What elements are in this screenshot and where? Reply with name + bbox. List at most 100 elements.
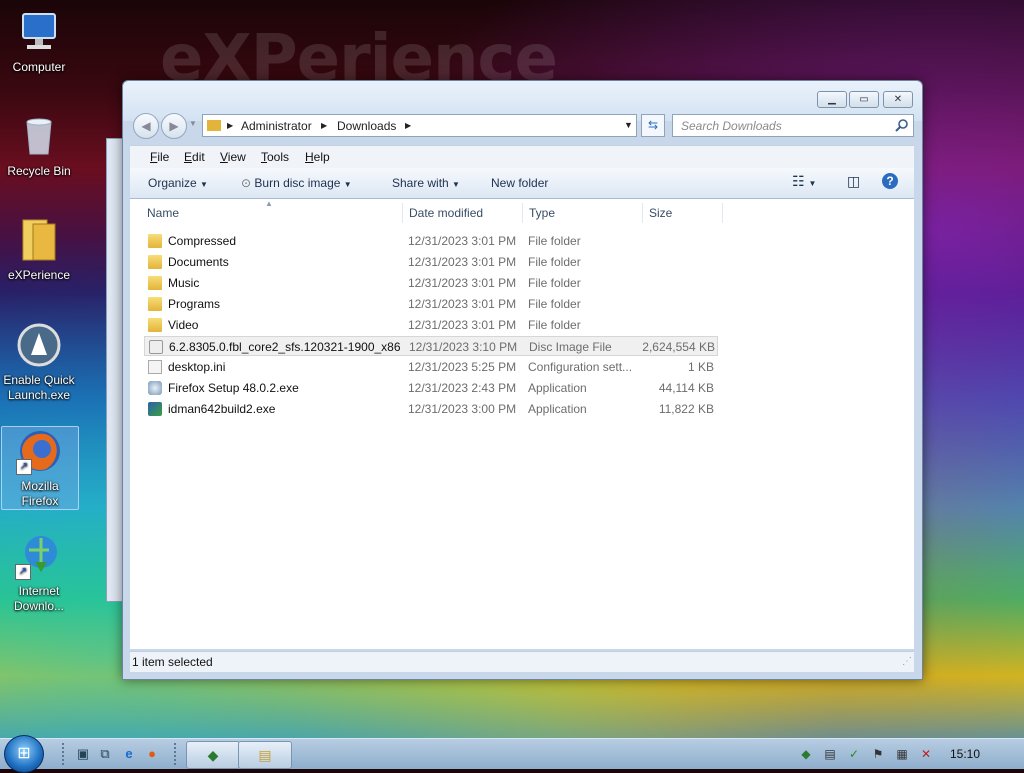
- status-text: 1 item selected: [132, 655, 213, 669]
- status-bar: 1 item selected ⋰: [130, 651, 914, 672]
- breadcrumb-administrator[interactable]: Administrator: [241, 119, 312, 133]
- menu-help[interactable]: Help: [305, 150, 330, 164]
- file-row-compressed[interactable]: Compressed 12/31/2023 3:01 PM File folde…: [144, 231, 718, 251]
- menu-bar: File Edit View Tools Help: [130, 145, 914, 168]
- column-header-date[interactable]: Date modified: [403, 203, 523, 223]
- switch-windows-icon[interactable]: ⧉: [96, 745, 114, 763]
- desktop-icon-label: Mozilla Firefox: [21, 479, 59, 508]
- folder-icon: [148, 255, 162, 269]
- desktop-icon-label: eXPerience: [7, 268, 71, 282]
- folder-icon: [148, 318, 162, 332]
- explorer-window: ▁ ▭ ✕ ◀ ▶ ▼ ▶ Administrator ▶ Downloads …: [122, 80, 923, 680]
- view-options-icon[interactable]: ☷ ▼: [792, 173, 816, 190]
- quick-launch-icon: [15, 321, 63, 369]
- file-row-video[interactable]: Video 12/31/2023 3:01 PM File folder: [144, 315, 718, 335]
- desktop-icon-firefox[interactable]: ↗ Mozilla Firefox: [1, 426, 79, 510]
- burn-disc-image-button[interactable]: ⊙ Burn disc image ▼: [241, 176, 352, 190]
- security-tray-icon[interactable]: ✓: [846, 746, 862, 762]
- volume-muted-icon[interactable]: ✕: [918, 746, 934, 762]
- recycle-bin-icon: [15, 112, 63, 160]
- file-row-desktop-ini[interactable]: desktop.ini 12/31/2023 5:25 PM Configura…: [144, 357, 718, 377]
- firefox-icon: ↗: [16, 427, 64, 475]
- resize-grip-icon[interactable]: ⋰: [902, 652, 912, 672]
- disc-image-icon: [149, 340, 163, 354]
- desktop-icon-label: Recycle Bin: [7, 164, 71, 178]
- forward-button[interactable]: ▶: [161, 113, 187, 139]
- menu-edit[interactable]: Edit: [184, 150, 205, 164]
- menu-file[interactable]: File: [150, 150, 169, 164]
- command-bar: Organize ▼ ⊙ Burn disc image ▼ Share wit…: [130, 168, 914, 199]
- breadcrumb-separator-icon: ▶: [405, 121, 412, 130]
- taskbar: ⊞ ▣ ⧉ e ● ◆ ▤ ◆ ▤ ✓ ⚑ ▦ ✕ 15:10: [0, 735, 1024, 773]
- file-list: ▲ Name Date modified Type Size Compresse…: [130, 199, 914, 649]
- firefox-quicklaunch-icon[interactable]: ●: [143, 745, 161, 763]
- organize-button[interactable]: Organize ▼: [148, 176, 208, 190]
- share-with-button[interactable]: Share with ▼: [392, 176, 460, 190]
- file-row-firefox-setup[interactable]: Firefox Setup 48.0.2.exe 12/31/2023 2:43…: [144, 378, 718, 398]
- breadcrumb-separator-icon: ▶: [321, 121, 328, 130]
- taskbar-grip[interactable]: [62, 743, 66, 765]
- action-center-flag-icon[interactable]: ⚑: [870, 746, 886, 762]
- chevron-down-icon: ▼: [343, 180, 352, 189]
- search-icon[interactable]: [895, 118, 909, 132]
- computer-icon: [15, 8, 63, 56]
- help-icon[interactable]: ?: [882, 173, 898, 189]
- desktop-icon-label: Internet Downlo...: [13, 584, 65, 613]
- installer-icon: [148, 381, 162, 395]
- clock[interactable]: 15:10: [950, 747, 980, 761]
- maximize-button[interactable]: ▭: [849, 91, 879, 108]
- idm-installer-icon: [148, 402, 162, 416]
- folder-icon: [148, 234, 162, 248]
- shortcut-arrow-icon: ↗: [16, 459, 32, 475]
- start-button[interactable]: ⊞: [4, 735, 44, 773]
- close-button[interactable]: ✕: [883, 91, 913, 108]
- folder-icon: [148, 297, 162, 311]
- column-header-type[interactable]: Type: [523, 203, 643, 223]
- desktop-icon-recycle-bin[interactable]: Recycle Bin: [1, 112, 77, 179]
- minimize-button[interactable]: ▁: [817, 91, 847, 108]
- refresh-icon[interactable]: ⇆: [641, 114, 665, 137]
- desktop-icon-computer[interactable]: Computer: [1, 8, 77, 75]
- taskbar-grip[interactable]: [174, 743, 178, 765]
- settings-file-icon: [148, 360, 162, 374]
- back-button[interactable]: ◀: [133, 113, 159, 139]
- file-row-programs[interactable]: Programs 12/31/2023 3:01 PM File folder: [144, 294, 718, 314]
- file-row-documents[interactable]: Documents 12/31/2023 3:01 PM File folder: [144, 252, 718, 272]
- address-bar[interactable]: ▶ Administrator ▶ Downloads ▶ ▼: [202, 114, 637, 137]
- desktop-icon-experience[interactable]: eXPerience: [1, 216, 77, 283]
- folder-icon: [15, 216, 63, 264]
- windows-logo-icon: ⊞: [17, 745, 31, 762]
- recent-pages-chevron-icon[interactable]: ▼: [189, 119, 197, 128]
- desktop-icon-label: Enable Quick Launch.exe: [3, 373, 75, 402]
- file-row-idman[interactable]: idman642build2.exe 12/31/2023 3:00 PM Ap…: [144, 399, 718, 419]
- desktop-icon-label: Computer: [12, 60, 66, 74]
- desktop-icon-internet-download-manager[interactable]: ↗ Internet Downlo...: [1, 532, 77, 614]
- show-desktop-icon[interactable]: ▣: [74, 745, 92, 763]
- new-folder-button[interactable]: New folder: [491, 176, 548, 190]
- file-row-music[interactable]: Music 12/31/2023 3:01 PM File folder: [144, 273, 718, 293]
- notes-tray-icon[interactable]: ▤: [822, 746, 838, 762]
- breadcrumb-downloads[interactable]: Downloads: [337, 119, 396, 133]
- menu-view[interactable]: View: [220, 150, 246, 164]
- network-tray-icon[interactable]: ▦: [894, 746, 910, 762]
- shortcut-arrow-icon: ↗: [15, 564, 31, 580]
- breadcrumb-separator-icon: ▶: [227, 121, 234, 130]
- idm-icon: ↗: [15, 532, 63, 580]
- file-row-disc-image[interactable]: 6.2.8305.0.fbl_core2_sfs.120321-1900_x86…: [144, 336, 718, 356]
- search-box[interactable]: Search Downloads: [672, 114, 914, 137]
- search-input[interactable]: Search Downloads: [681, 119, 782, 133]
- folder-icon: [207, 120, 221, 131]
- menu-tools[interactable]: Tools: [261, 150, 289, 164]
- address-dropdown-icon[interactable]: ▼: [624, 120, 633, 130]
- disc-icon: ⊙: [241, 176, 252, 190]
- taskbar-app-explorer[interactable]: ▤: [238, 741, 292, 769]
- column-header-name[interactable]: Name: [141, 203, 403, 223]
- preview-pane-icon[interactable]: ◫: [847, 173, 860, 190]
- chevron-down-icon: ▼: [200, 180, 208, 189]
- idm-tray-icon[interactable]: ◆: [798, 746, 814, 762]
- desktop-icon-quick-launch[interactable]: Enable Quick Launch.exe: [1, 321, 77, 403]
- internet-explorer-icon[interactable]: e: [120, 745, 138, 763]
- taskbar-app-idm[interactable]: ◆: [186, 741, 240, 769]
- column-header-size[interactable]: Size: [643, 203, 723, 223]
- chevron-down-icon: ▼: [452, 180, 460, 189]
